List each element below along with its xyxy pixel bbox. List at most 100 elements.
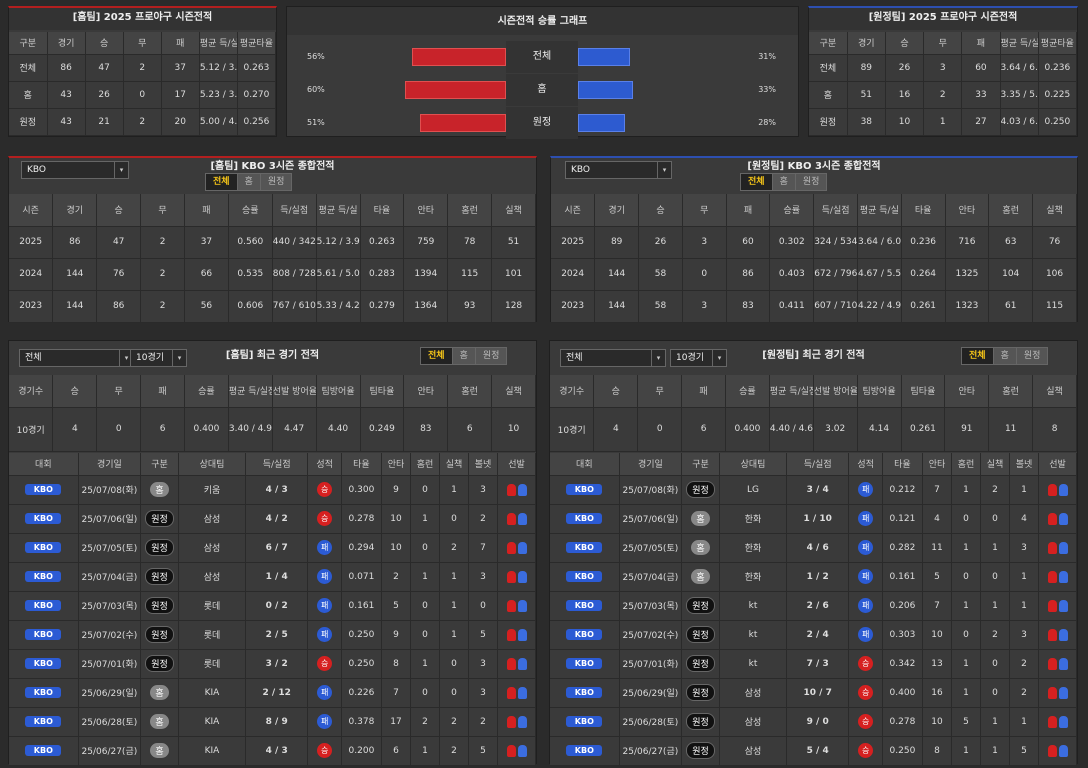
league-badge[interactable]: KBO [566,687,603,698]
game-row: KBO 25/07/03(목) 원정 롯데 0 / 2 패 0.161 5 0 1 0 [9,591,536,621]
home-season-table: 구분경기승무패평균 득/실평균타율전체86472375.12 / 3.980.2… [9,32,277,136]
column-header: 시즌 [9,194,54,227]
table-cell: 2 [123,108,162,136]
league-badge[interactable]: KBO [25,484,62,495]
pitcher-blue-icon[interactable] [517,599,527,612]
opponent-team: 삼성 [719,678,787,708]
league-badge[interactable]: KBO [566,745,603,756]
pitcher-red-icon[interactable] [506,570,516,583]
pitcher-blue-icon[interactable] [517,512,527,525]
league-badge[interactable]: KBO [566,484,603,495]
tab-away[interactable]: 원정 [796,174,827,190]
table-cell: 10 [381,533,412,563]
tab-home[interactable]: 홈 [238,174,261,190]
pitcher-red-icon[interactable] [506,744,516,757]
tab-away[interactable]: 원정 [1017,348,1048,364]
column-header: 패 [961,32,1001,55]
pitcher-red-icon[interactable] [1047,744,1057,757]
league-badge[interactable]: KBO [566,571,603,582]
pitcher-red-icon[interactable] [506,686,516,699]
league-badge[interactable]: KBO [566,513,603,524]
league-badge[interactable]: KBO [25,600,62,611]
pitcher-blue-icon[interactable] [1058,628,1068,641]
score: 1 / 2 [786,562,850,592]
pitcher-blue-icon[interactable] [1058,744,1068,757]
pitcher-red-icon[interactable] [1047,599,1057,612]
league-badge[interactable]: KBO [25,745,62,756]
pitcher-red-icon[interactable] [506,715,516,728]
pitcher-red-icon[interactable] [506,657,516,670]
win-rate-graph-panel: 시즌전적 승률 그래프 56% 전체 31% 60% 홈 33% 51% 원정 28% [286,6,799,139]
pitcher-blue-icon[interactable] [1058,657,1068,670]
starter-cell [1038,475,1077,505]
pitcher-blue-icon[interactable] [1058,483,1068,496]
table-cell: 0.263 [360,226,405,259]
league-badge[interactable]: KBO [566,600,603,611]
pitcher-blue-icon[interactable] [517,570,527,583]
pitcher-red-icon[interactable] [1047,657,1057,670]
pitcher-blue-icon[interactable] [517,715,527,728]
league-badge[interactable]: KBO [25,716,62,727]
pitcher-red-icon[interactable] [506,628,516,641]
pitcher-blue-icon[interactable] [517,657,527,670]
table-cell: 86 [96,290,142,323]
pitcher-red-icon[interactable] [506,512,516,525]
tab-all[interactable]: 전체 [962,348,994,364]
filter-select-value: 전체 [25,353,42,363]
tab-away[interactable]: 원정 [476,348,507,364]
column-header: 상대팀 [719,453,787,476]
tab-all[interactable]: 전체 [206,174,238,190]
league-badge[interactable]: KBO [566,629,603,640]
pitcher-blue-icon[interactable] [1058,686,1068,699]
pitcher-blue-icon[interactable] [1058,715,1068,728]
pitcher-red-icon[interactable] [1047,541,1057,554]
pitcher-blue-icon[interactable] [517,686,527,699]
column-header: 승률 [228,194,273,227]
pitcher-blue-icon[interactable] [1058,541,1068,554]
pitcher-red-icon[interactable] [506,541,516,554]
pitcher-red-icon[interactable] [1047,570,1057,583]
pitcher-red-icon[interactable] [1047,628,1057,641]
tab-away[interactable]: 원정 [261,174,292,190]
tab-home[interactable]: 홈 [453,348,476,364]
tab-all[interactable]: 전체 [421,348,453,364]
filter-select[interactable]: 전체 ▾ [19,349,134,367]
pitcher-red-icon[interactable] [1047,512,1057,525]
league-select[interactable]: KBO ▾ [21,161,129,179]
pitcher-blue-icon[interactable] [1058,570,1068,583]
league-select[interactable]: KBO ▾ [565,161,672,179]
league-badge[interactable]: KBO [25,571,62,582]
pitcher-blue-icon[interactable] [517,483,527,496]
tab-all[interactable]: 전체 [741,174,773,190]
pitcher-red-icon[interactable] [506,599,516,612]
league-badge[interactable]: KBO [25,513,62,524]
pitcher-red-icon[interactable] [1047,483,1057,496]
league-badge[interactable]: KBO [25,629,62,640]
league-badge[interactable]: KBO [566,658,603,669]
pitcher-blue-icon[interactable] [1058,512,1068,525]
table-cell: 2025 [9,226,54,259]
league-badge[interactable]: KBO [566,542,603,553]
league-badge[interactable]: KBO [25,687,62,698]
pitcher-blue-icon[interactable] [1058,599,1068,612]
filter-select[interactable]: 전체 ▾ [560,349,666,367]
tab-home[interactable]: 홈 [773,174,796,190]
pitcher-red-icon[interactable] [1047,686,1057,699]
opponent-team: kt [719,620,787,650]
games-count-select[interactable]: 10경기 ▾ [130,349,187,367]
table-cell: 2024 [9,258,54,291]
pitcher-red-icon[interactable] [1047,715,1057,728]
games-count-select[interactable]: 10경기 ▾ [670,349,727,367]
league-badge[interactable]: KBO [25,658,62,669]
pitcher-red-icon[interactable] [506,483,516,496]
table-cell: 1 [439,620,470,650]
pitcher-blue-icon[interactable] [517,628,527,641]
league-badge[interactable]: KBO [25,542,62,553]
pitcher-blue-icon[interactable] [517,541,527,554]
league-badge[interactable]: KBO [566,716,603,727]
pitcher-blue-icon[interactable] [517,744,527,757]
table-cell: 3 [468,562,499,592]
tab-home[interactable]: 홈 [994,348,1017,364]
table-cell: 0.400 [882,678,924,708]
result-badge: 패 [858,540,874,555]
